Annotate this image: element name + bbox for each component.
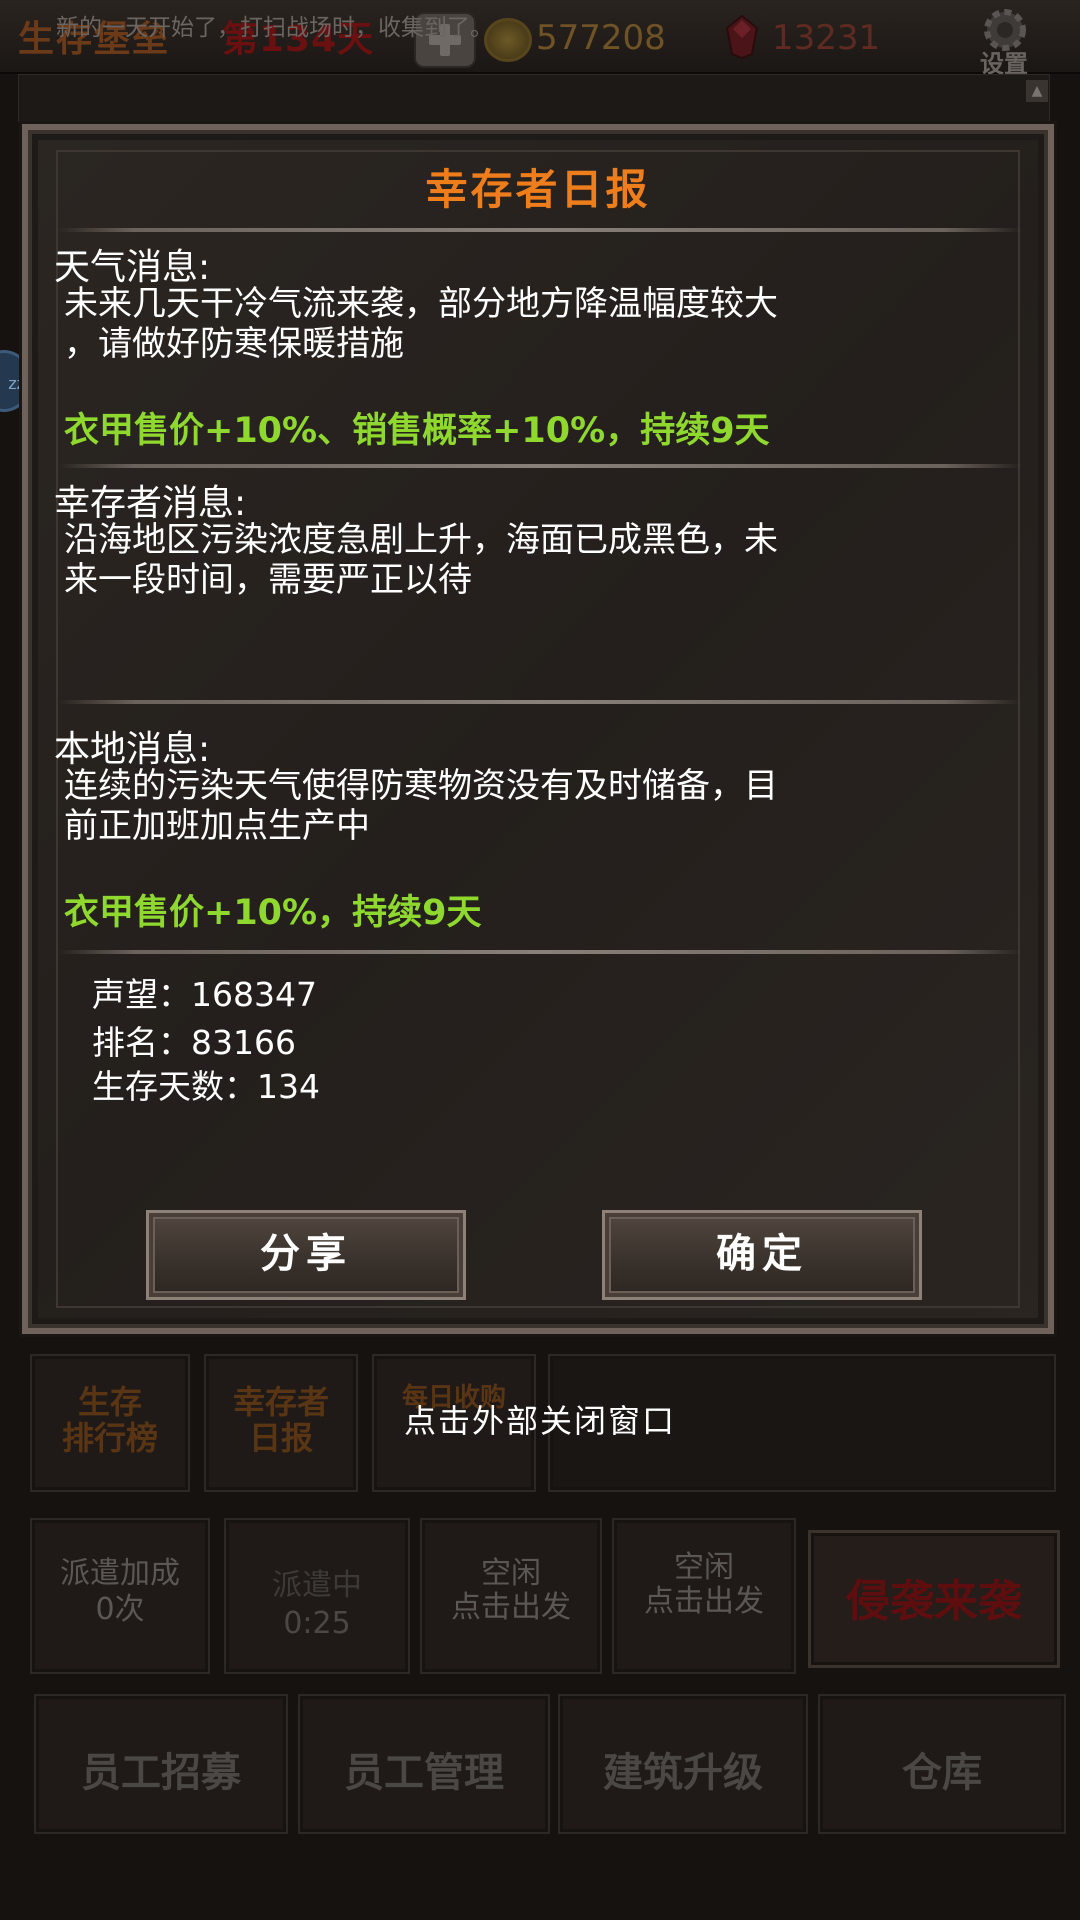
survivor-line1: 沿海地区污染浓度急剧上升，海面已成黑色，未 [64,520,778,560]
local-line1: 连续的污染天气使得防寒物资没有及时储备，目 [64,766,778,806]
close-hint: 点击外部关闭窗口 [403,1402,676,1440]
log-bar [18,74,1050,122]
dispatch-idle-slot-1[interactable]: 空闲 点击出发 [420,1518,602,1674]
recruit-label: 员工招募 [81,1750,241,1796]
reputation-stat: 声望：168347 [92,975,317,1014]
survivor-daily-dialog: 幸存者日报 天气消息: 未来几天干冷气流来袭，部分地方降温幅度较大 ，请做好防寒… [22,124,1054,1334]
gem-icon [725,14,759,60]
invasion-label: 侵袭来袭 [846,1576,1022,1627]
dispatch-busy-line1: 派遣中 [272,1568,362,1603]
recruit-button[interactable]: 员工招募 [34,1694,288,1834]
divider [58,950,1022,954]
survivor-heading: 幸存者消息: [54,483,247,524]
log-message: 新的一天开始了，打扫战场时，收集到了。 [56,15,493,41]
dispatch-idle1-line2: 点击出发 [451,1590,571,1625]
divider [58,228,1022,232]
warehouse-button[interactable]: 仓库 [818,1694,1066,1834]
weather-line2: ，请做好防寒保暖措施 [64,324,404,364]
dispatch-idle-slot-2[interactable]: 空闲 点击出发 [612,1518,796,1674]
dispatch-idle2-line1: 空闲 [674,1550,734,1585]
scroll-up-icon[interactable]: ▲ [1026,80,1048,102]
staff-manage-button[interactable]: 员工管理 [298,1694,550,1834]
dispatch-idle2-line2: 点击出发 [644,1584,764,1619]
share-button[interactable]: 分享 [146,1210,466,1300]
confirm-button[interactable]: 确定 [602,1210,922,1300]
weather-line1: 未来几天干冷气流来袭，部分地方降温幅度较大 [64,284,778,324]
dispatch-busy-slot[interactable]: 派遣中 0:25 [224,1518,410,1674]
dispatch-bonus-line1: 派遣加成 [60,1556,180,1591]
local-effect: 衣甲售价+10%，持续9天 [64,893,482,933]
staff-manage-label: 员工管理 [344,1750,504,1796]
coin-value: 577208 [536,18,666,58]
gem-value: 13231 [772,18,881,58]
building-upgrade-button[interactable]: 建筑升级 [558,1694,808,1834]
building-upgrade-label: 建筑升级 [603,1750,763,1796]
rank-stat: 排名：83166 [92,1023,296,1062]
divider [58,464,1022,468]
divider [58,700,1022,704]
local-heading: 本地消息: [54,729,211,770]
dispatch-bonus-slot[interactable]: 派遣加成 0次 [30,1518,210,1674]
warehouse-label: 仓库 [902,1750,982,1796]
survivor-line2: 来一段时间，需要严正以待 [64,560,472,600]
survival-days-stat: 生存天数：134 [92,1067,320,1106]
dispatch-idle1-line1: 空闲 [481,1556,541,1591]
dispatch-bonus-line2: 0次 [95,1592,145,1627]
dispatch-busy-timer: 0:25 [283,1606,351,1641]
weather-effect: 衣甲售价+10%、销售概率+10%，持续9天 [64,411,770,451]
dialog-title: 幸存者日报 [425,165,651,214]
invasion-button[interactable]: 侵袭来袭 [808,1530,1060,1668]
local-line2: 前正加班加点生产中 [64,806,370,846]
weather-heading: 天气消息: [54,247,211,288]
